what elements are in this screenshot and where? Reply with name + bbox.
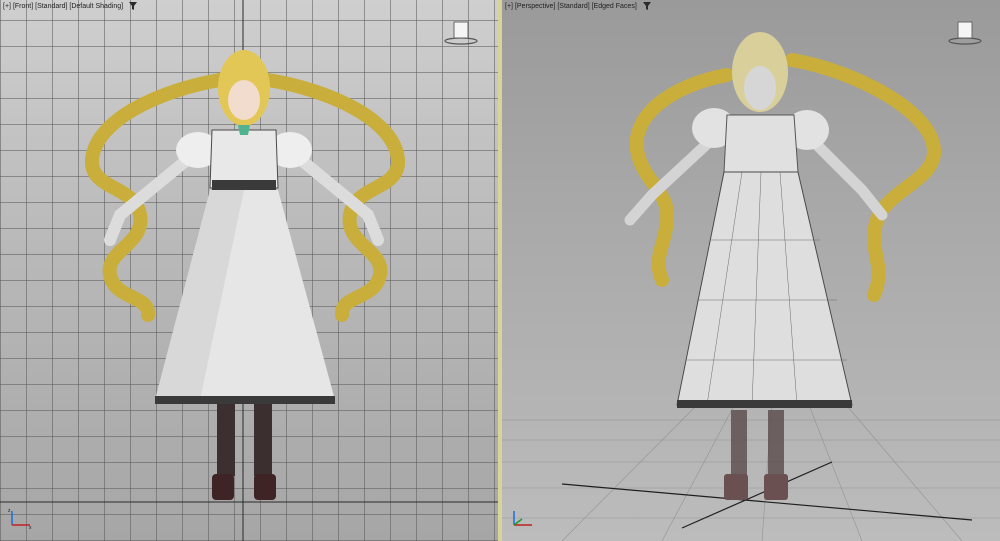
- perspective-viewport[interactable]: [+] [Perspective] [Standard] [Edged Face…: [502, 0, 1000, 541]
- character-model-front[interactable]: [85, 50, 405, 500]
- perspective-grid: [502, 399, 1000, 541]
- viewcube-icon[interactable]: [948, 18, 982, 46]
- svg-text:z: z: [8, 508, 11, 514]
- svg-text:x: x: [29, 525, 32, 529]
- axis-tripod-icon: z x: [8, 508, 32, 529]
- front-viewport[interactable]: [+] [Front] [Standard] [Default Shading]: [0, 0, 498, 541]
- perspective-scene: [502, 32, 1000, 541]
- viewcube-icon[interactable]: [444, 18, 478, 46]
- axis-tripod-icon: [513, 511, 532, 526]
- character-model-perspective[interactable]: [624, 32, 941, 500]
- front-scene: [0, 0, 498, 541]
